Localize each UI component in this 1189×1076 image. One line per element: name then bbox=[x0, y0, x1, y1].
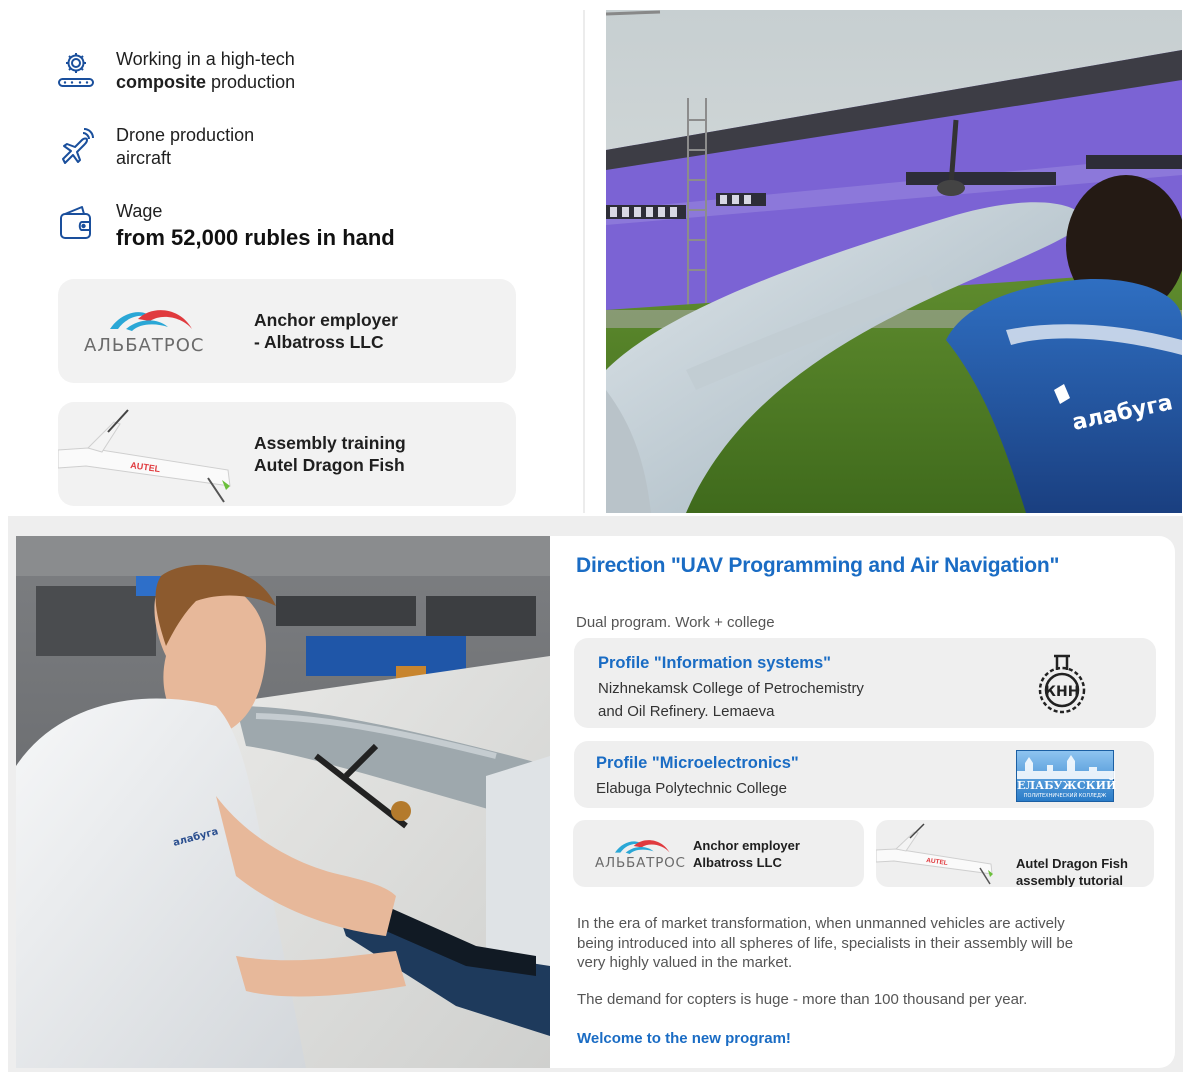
mini-card-anchor-employer: АЛЬБАТРОС Anchor employer Albatross LLC bbox=[573, 820, 864, 887]
profile-card-information-systems: Profile "Information systems" Nizhnekams… bbox=[574, 638, 1156, 728]
divider bbox=[583, 10, 585, 513]
feature-bold: composite bbox=[116, 72, 207, 92]
profile-college: Nizhnekamsk College of Petrochemistry an… bbox=[598, 677, 864, 723]
albatross-logo: АЛЬБАТРОС bbox=[82, 305, 212, 360]
card-line: Anchor employer bbox=[254, 310, 398, 330]
city-skyline-icon bbox=[1017, 755, 1115, 779]
photo-workshop-scene: алабуга bbox=[16, 536, 550, 1068]
mini-line: assembly tutorial bbox=[1016, 873, 1123, 887]
feature-text: Working in a high-tech composite product… bbox=[116, 48, 295, 94]
albatross-wing-icon bbox=[110, 310, 192, 331]
anchor-card-text: Anchor employer - Albatross LLC bbox=[254, 309, 398, 353]
mini-card-text: Anchor employer Albatross LLC bbox=[693, 837, 800, 871]
profile-college-line: Nizhnekamsk College of Petrochemistry bbox=[598, 680, 864, 697]
feature-line: Working in a high-tech bbox=[116, 49, 295, 69]
albatross-wing-icon bbox=[615, 840, 670, 854]
feature-line: aircraft bbox=[116, 148, 172, 168]
photo-drone-launch: алабуга bbox=[606, 10, 1182, 513]
feature-text: Drone production aircraft bbox=[116, 124, 254, 170]
elabuga-logo-subtext: ПОЛИТЕХНИЧЕСКИЙ КОЛЛЕДЖ bbox=[1023, 793, 1107, 799]
mini-card-text: Autel Dragon Fish assembly tutorial bbox=[1016, 855, 1128, 887]
drone-image: AUTEL bbox=[876, 823, 993, 885]
feature-text: Wage from 52,000 rubles in hand bbox=[116, 200, 395, 253]
welcome-link[interactable]: Welcome to the new program! bbox=[577, 1030, 791, 1047]
feature-rest: production bbox=[206, 72, 296, 92]
card-line: - Albatross LLC bbox=[254, 332, 384, 352]
photo-scene: алабуга bbox=[606, 10, 1182, 513]
photo-student-laptop: алабуга bbox=[16, 536, 550, 1068]
anchor-employer-card: АЛЬБАТРОС Anchor employer - Albatross LL… bbox=[58, 279, 516, 383]
knn-college-logo: КНН bbox=[1038, 654, 1086, 714]
description-line: being introduced into all spheres of lif… bbox=[577, 934, 1074, 952]
description-paragraph: In the era of market transformation, whe… bbox=[577, 914, 1073, 973]
albatross-logo-text: АЛЬБАТРОС bbox=[84, 335, 205, 356]
profile-title: Profile "Information systems" bbox=[598, 654, 831, 672]
card-line: Autel Dragon Fish bbox=[254, 455, 405, 475]
direction-title: Direction "UAV Programming and Air Navig… bbox=[576, 554, 1060, 577]
description-line: In the era of market transformation, whe… bbox=[577, 915, 1065, 932]
card-line: Assembly training bbox=[254, 433, 406, 453]
elabuga-college-logo: ЕЛАБУЖСКИЙ ПОЛИТЕХНИЧЕСКИЙ КОЛЛЕДЖ bbox=[1016, 750, 1117, 802]
mini-line: Autel Dragon Fish bbox=[1016, 856, 1128, 871]
feature-composite: Working in a high-tech composite product… bbox=[56, 48, 295, 94]
mini-card-assembly-tutorial: AUTEL Autel Dragon Fish assembly tutoria… bbox=[876, 820, 1154, 887]
feature-line: Drone production bbox=[116, 125, 255, 145]
demand-paragraph: The demand for copters is huge - more th… bbox=[577, 991, 1028, 1008]
profile-college-line: and Oil Refinery. Lemaeva bbox=[598, 703, 775, 720]
direction-subtitle: Dual program. Work + college bbox=[576, 614, 775, 631]
profile-card-microelectronics: Profile "Microelectronics" Elabuga Polyt… bbox=[574, 741, 1154, 808]
drone-image: AUTEL bbox=[58, 409, 231, 503]
albatross-logo-text: АЛЬБАТРОС bbox=[595, 855, 686, 871]
feature-wage: Wage from 52,000 rubles in hand bbox=[56, 200, 395, 253]
knn-logo-text: КНН bbox=[1045, 684, 1080, 700]
feature-drone: Drone production aircraft bbox=[56, 124, 254, 170]
feature-line: composite production bbox=[116, 71, 295, 94]
profile-title: Profile "Microelectronics" bbox=[596, 754, 799, 772]
direction-info-panel: Direction "UAV Programming and Air Navig… bbox=[550, 536, 1175, 1068]
drone-plane-icon bbox=[62, 128, 94, 164]
mini-line: Albatross LLC bbox=[693, 855, 782, 870]
wage-value: from 52,000 rubles in hand bbox=[116, 225, 395, 250]
assembly-training-card: AUTEL Assembly training Autel Dragon Fis… bbox=[58, 402, 516, 506]
mini-line: Anchor employer bbox=[693, 838, 800, 853]
wallet-icon bbox=[60, 206, 91, 239]
feature-line: Wage bbox=[116, 201, 163, 221]
gear-conveyor-icon bbox=[58, 53, 94, 87]
profile-college-line: Elabuga Polytechnic College bbox=[596, 780, 787, 797]
elabuga-logo-text: ЕЛАБУЖСКИЙ bbox=[1017, 779, 1117, 792]
description-line: very highly valued in the market. bbox=[577, 954, 793, 971]
assembly-card-text: Assembly training Autel Dragon Fish bbox=[254, 432, 406, 476]
